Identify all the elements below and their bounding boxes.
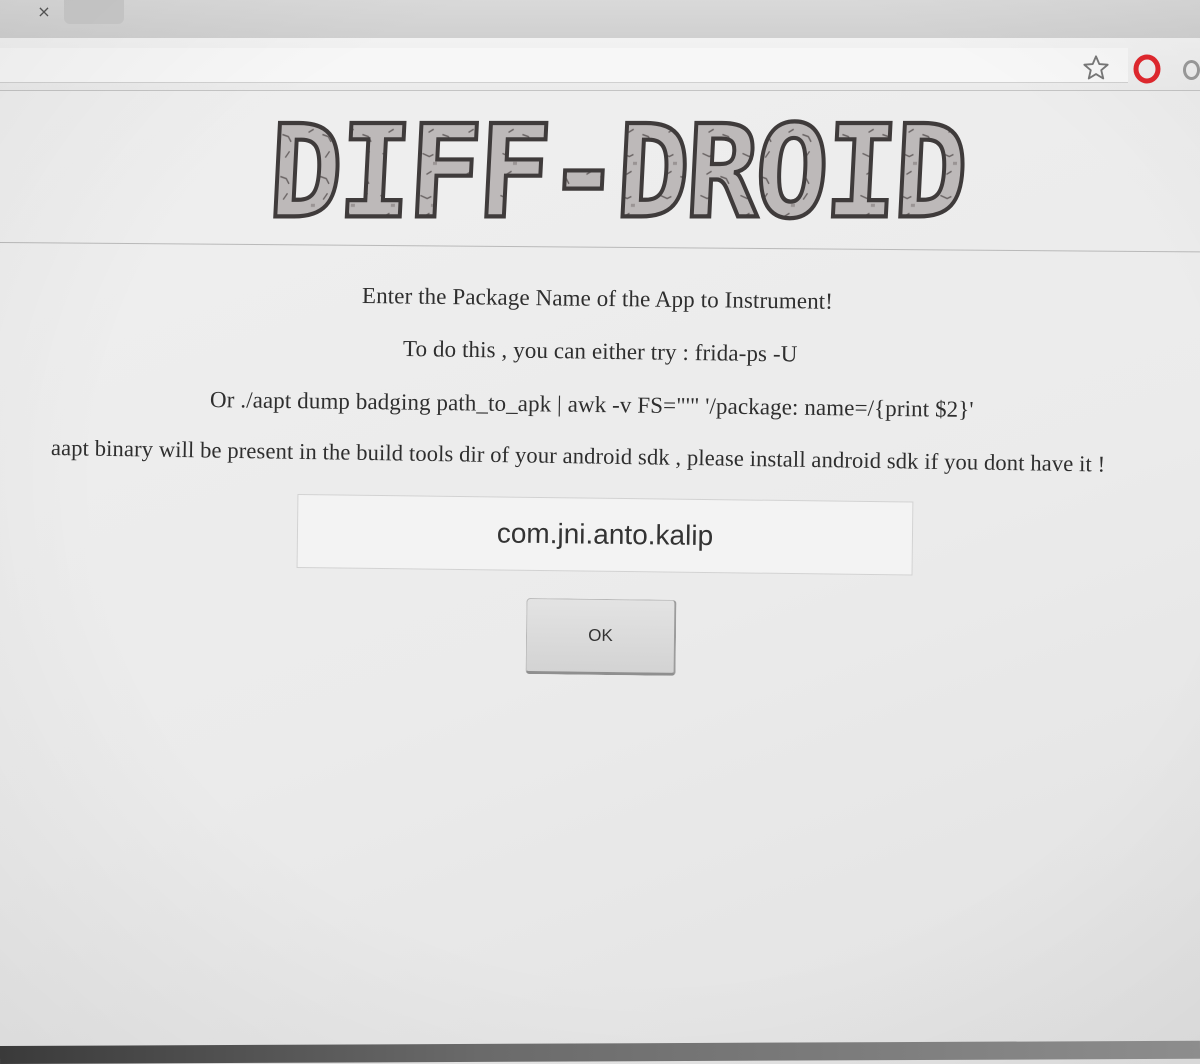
new-tab-button[interactable]: [64, 0, 124, 24]
svg-text:DIFF-DROID: DIFF-DROID: [266, 103, 968, 231]
tab-close-icon[interactable]: ×: [34, 2, 54, 22]
page-content: DIFF-DROID Enter the Package Name of the…: [0, 91, 1200, 1064]
extension-icon[interactable]: [1183, 60, 1200, 80]
address-bar[interactable]: [0, 48, 1128, 83]
instruction-frida: To do this , you can either try : frida-…: [402, 336, 798, 367]
opera-icon[interactable]: [1132, 54, 1162, 84]
star-icon[interactable]: [1082, 54, 1110, 82]
header-divider: [0, 242, 1200, 253]
instruction-aapt-command: Or ./aapt dump badging path_to_apk | awk…: [209, 387, 974, 422]
instruction-title: Enter the Package Name of the App to Ins…: [361, 283, 834, 314]
ok-button[interactable]: OK: [525, 598, 677, 676]
diff-droid-logo: DIFF-DROID: [264, 103, 970, 231]
browser-toolbar: [0, 38, 1200, 91]
instruction-sdk-note: aapt binary will be present in the build…: [50, 435, 1106, 477]
tab-strip: ×: [0, 0, 1200, 38]
package-name-input[interactable]: [296, 494, 914, 576]
